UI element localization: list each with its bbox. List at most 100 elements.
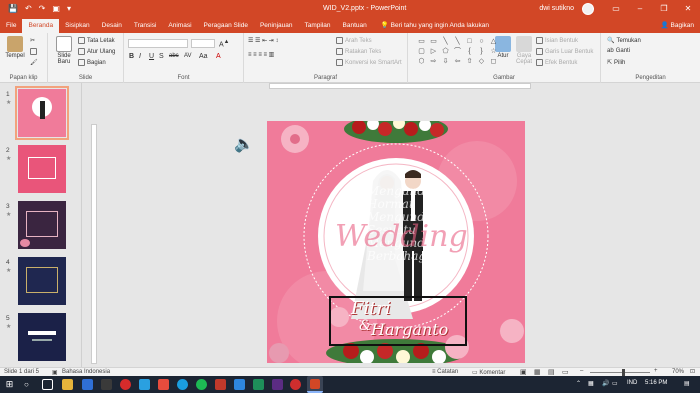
shape-option[interactable]: ⇧ bbox=[464, 57, 475, 66]
shape-option[interactable]: ▢ bbox=[416, 47, 427, 56]
slide-thumbnail-4[interactable] bbox=[18, 257, 66, 305]
chrome-icon[interactable] bbox=[158, 379, 169, 390]
app-icon-2[interactable] bbox=[272, 379, 283, 390]
shape-outline-button[interactable]: Garis Luar Bentuk bbox=[536, 48, 593, 55]
tab-desain[interactable]: Desain bbox=[96, 19, 128, 33]
slide-thumbnail-3[interactable] bbox=[18, 201, 66, 249]
zoom-slider-thumb[interactable] bbox=[622, 369, 625, 376]
windows-start-icon[interactable]: ⊞ bbox=[4, 379, 15, 390]
shape-option[interactable]: ╲ bbox=[452, 37, 463, 46]
view-sorter-button[interactable]: ▦ bbox=[534, 368, 541, 376]
shape-option[interactable]: ◻ bbox=[488, 57, 499, 66]
excel-icon[interactable] bbox=[253, 379, 264, 390]
edge-icon[interactable] bbox=[82, 379, 93, 390]
close-button[interactable]: ✕ bbox=[676, 4, 700, 13]
font-name-combo[interactable] bbox=[128, 39, 188, 48]
keyboard-icon[interactable]: ▭ bbox=[612, 380, 618, 387]
shape-option[interactable]: ○ bbox=[476, 37, 487, 46]
shape-option[interactable]: ☆ bbox=[488, 47, 499, 56]
save-icon[interactable]: 💾 bbox=[8, 4, 18, 13]
shape-option[interactable]: ▭ bbox=[416, 37, 427, 46]
shape-option[interactable]: ⌒ bbox=[452, 47, 463, 56]
smartart-button[interactable]: Konversi ke SmartArt bbox=[336, 59, 402, 66]
shape-option[interactable]: { bbox=[464, 47, 475, 56]
redo-icon[interactable]: ↷ bbox=[39, 4, 46, 13]
shape-fill-button[interactable]: Isian Bentuk bbox=[536, 37, 578, 44]
text-direction-button[interactable]: Arah Teks bbox=[336, 37, 372, 44]
tab-sisipkan[interactable]: Sisipkan bbox=[59, 19, 96, 33]
slide-thumbnail-1[interactable] bbox=[15, 86, 69, 140]
clock[interactable]: 5:16 PM bbox=[645, 380, 667, 386]
italic-button[interactable]: I bbox=[139, 53, 141, 60]
music-icon[interactable] bbox=[196, 379, 207, 390]
store-icon[interactable] bbox=[101, 379, 112, 390]
powerpoint-taskbar-icon[interactable] bbox=[307, 376, 323, 393]
reset-button[interactable]: Atur Ulang bbox=[78, 48, 115, 55]
audio-speaker-icon[interactable]: 🔈 bbox=[234, 134, 254, 153]
notification-icon[interactable]: ▤ bbox=[684, 380, 690, 387]
search-icon[interactable]: ○ bbox=[24, 379, 35, 390]
opera-icon[interactable] bbox=[120, 379, 131, 390]
underline-button[interactable]: U bbox=[149, 53, 154, 60]
bullets-button[interactable]: ☰ ☰ ⇤ ⇥ ↕ bbox=[248, 37, 278, 44]
shape-option[interactable]: ╲ bbox=[440, 37, 451, 46]
volume-icon[interactable]: 🔊 bbox=[602, 380, 609, 387]
paste-button[interactable]: Tempel bbox=[3, 36, 27, 59]
avatar[interactable] bbox=[582, 2, 594, 15]
grow-font-button[interactable]: A▲ bbox=[219, 39, 229, 48]
tab-peninjauan[interactable]: Peninjauan bbox=[254, 19, 299, 33]
select-button[interactable]: ⇱ Pilih bbox=[607, 59, 625, 67]
shape-option[interactable]: ⬠ bbox=[440, 47, 451, 56]
file-explorer-icon[interactable] bbox=[62, 379, 73, 390]
tab-file[interactable]: File bbox=[0, 19, 22, 33]
shadow-button[interactable]: S bbox=[159, 53, 164, 60]
find-button[interactable]: 🔍 Temukan bbox=[607, 37, 641, 45]
language-indicator[interactable]: Bahasa Indonesia bbox=[62, 369, 110, 375]
tab-bantuan[interactable]: Bantuan bbox=[337, 19, 373, 33]
user-name[interactable]: dwi sutikno bbox=[539, 5, 574, 12]
zoom-in-button[interactable]: + bbox=[654, 368, 658, 374]
minimize-button[interactable]: – bbox=[628, 4, 652, 13]
network-icon[interactable]: ▦ bbox=[588, 380, 594, 387]
zoom-out-button[interactable]: – bbox=[580, 368, 583, 374]
undo-icon[interactable]: ↶ bbox=[25, 4, 32, 13]
tray-arrow-icon[interactable]: ⌃ bbox=[576, 380, 581, 387]
slideshow-view-button[interactable]: ▭ bbox=[562, 368, 569, 376]
view-reading-button[interactable]: ▤ bbox=[548, 368, 555, 376]
replace-button[interactable]: ab Ganti bbox=[607, 48, 630, 54]
tab-peragaan-slide[interactable]: Peragaan Slide bbox=[198, 19, 254, 33]
restore-button[interactable]: ❐ bbox=[652, 4, 676, 13]
shape-option[interactable]: ⇦ bbox=[452, 57, 463, 66]
names-textbox[interactable]: Fitri & Harganto bbox=[329, 296, 467, 346]
opera-gx-icon[interactable] bbox=[290, 379, 301, 390]
align-buttons[interactable]: ≡ ≡ ≡ ≡ ▥ bbox=[248, 51, 274, 58]
layout-button[interactable]: Tata Letak bbox=[78, 37, 115, 44]
copy-button[interactable] bbox=[30, 48, 37, 55]
shape-option[interactable]: ▷ bbox=[428, 47, 439, 56]
tab-tampilan[interactable]: Tampilan bbox=[299, 19, 337, 33]
zoom-level[interactable]: 70% bbox=[672, 369, 684, 375]
zoom-slider[interactable] bbox=[590, 372, 650, 373]
start-slideshow-icon[interactable]: ▣ bbox=[52, 4, 60, 13]
slide-canvas[interactable]: Mengundang Hormat Mengundang Sesuatu Men… bbox=[267, 121, 525, 363]
view-normal-button[interactable]: ▣ bbox=[520, 368, 527, 376]
change-case-button[interactable]: Aa bbox=[199, 53, 208, 60]
task-view-icon[interactable] bbox=[42, 379, 53, 390]
shapes-gallery[interactable]: ▭ ▭ ╲ ╲ □ ○ △ ▢ ▷ ⬠ ⌒{} ☆ ⬡ ⇨ ⇩ ⇦ ⇧ ◇ ◻ bbox=[416, 37, 496, 66]
section-button[interactable]: Bagian bbox=[78, 59, 106, 66]
slide-thumbnail-5[interactable] bbox=[18, 313, 66, 361]
shape-effects-button[interactable]: Efek Bentuk bbox=[536, 59, 577, 66]
strikethrough-button[interactable]: abc bbox=[169, 53, 179, 59]
fit-slide-icon[interactable]: ⊡ bbox=[690, 368, 695, 375]
cut-button[interactable]: ✂ bbox=[30, 37, 35, 44]
tell-me-search[interactable]: 💡 Beri tahu yang ingin Anda lakukan bbox=[373, 19, 489, 33]
bold-button[interactable]: B bbox=[129, 53, 134, 60]
shape-option[interactable]: □ bbox=[464, 37, 475, 46]
char-spacing-button[interactable]: AV bbox=[184, 53, 192, 59]
font-size-combo[interactable] bbox=[191, 39, 215, 48]
quick-styles-button[interactable]: Gaya Cepat bbox=[514, 36, 534, 65]
app-icon[interactable] bbox=[139, 379, 150, 390]
align-text-button[interactable]: Ratakan Teks bbox=[336, 48, 381, 55]
notes-button[interactable]: ≡ Catatan bbox=[432, 369, 458, 375]
shape-option[interactable]: ⬡ bbox=[416, 57, 427, 66]
